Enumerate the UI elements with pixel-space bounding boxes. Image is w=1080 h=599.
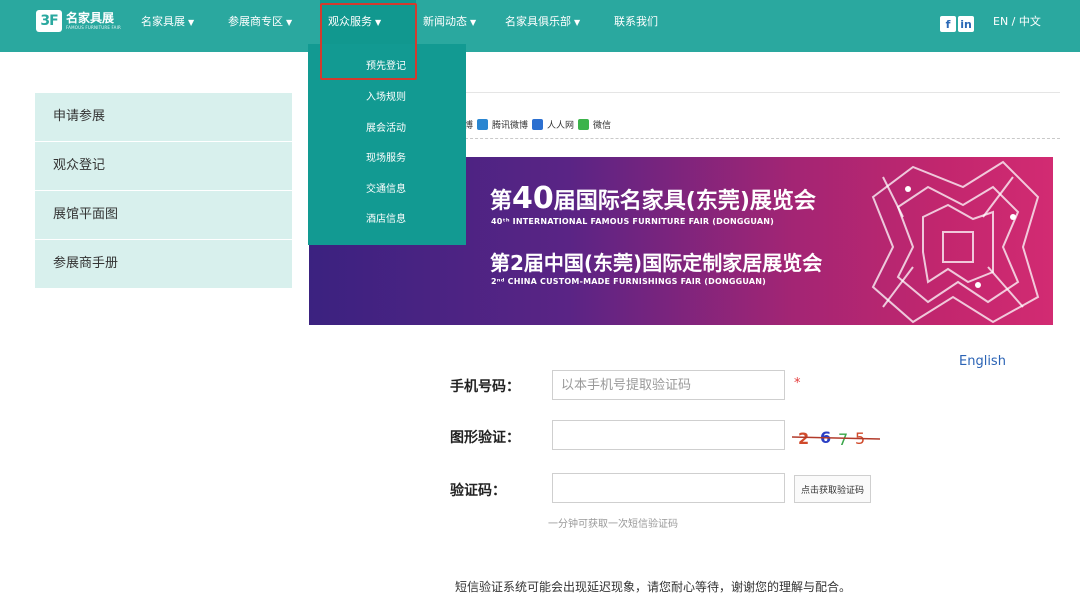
- sidebar-item-exhibitor-manual[interactable]: 参展商手册: [35, 240, 292, 288]
- captcha-input[interactable]: [552, 420, 785, 450]
- banner-title-2: 第2届中国(东莞)国际定制家居展览会: [490, 251, 823, 275]
- top-navbar: 3F 名家具展 FAMOUS FURNITURE FAIR 名家具展 ▼ 参展商专…: [0, 0, 1080, 52]
- language-switcher[interactable]: EN / 中文: [993, 0, 1041, 44]
- linkedin-icon[interactable]: in: [958, 16, 974, 32]
- phone-input[interactable]: [552, 370, 785, 400]
- share-renren-link[interactable]: 人人网: [547, 118, 574, 131]
- banner-subtitle-2: 2ⁿᵈ CHINA CUSTOM-MADE FURNISHINGS FAIR (…: [491, 277, 766, 286]
- sidebar-item-visitor-registration[interactable]: 观众登记: [35, 142, 292, 190]
- chevron-down-icon: ▼: [188, 18, 195, 27]
- nav-famous-furniture-fair[interactable]: 名家具展 ▼: [141, 0, 194, 44]
- nav-club[interactable]: 名家具俱乐部 ▼: [505, 0, 580, 44]
- dropdown-item-onsite-services[interactable]: 现场服务: [308, 144, 466, 174]
- nav-contact-us[interactable]: 联系我们: [614, 0, 658, 44]
- get-sms-code-button[interactable]: 点击获取验证码: [794, 475, 872, 503]
- dropdown-item-events[interactable]: 展会活动: [308, 114, 466, 144]
- nav-label: 名家具俱乐部: [505, 15, 571, 28]
- chevron-down-icon: ▼: [470, 18, 477, 27]
- dashed-divider: [455, 138, 1060, 139]
- maze-graphic: [871, 160, 1040, 324]
- nav-label: 参展商专区: [228, 15, 283, 28]
- sidebar-item-floor-plan[interactable]: 展馆平面图: [35, 191, 292, 239]
- required-mark: *: [794, 376, 801, 391]
- phone-label: 手机号码：: [450, 379, 520, 395]
- nav-label: 新闻动态: [423, 15, 467, 28]
- sms-hint-text: 一分钟可获取一次短信验证码: [548, 519, 678, 530]
- nav-label: 名家具展: [141, 15, 185, 28]
- code-label: 验证码：: [450, 483, 506, 499]
- dropdown-item-hotels[interactable]: 酒店信息: [308, 205, 466, 235]
- sms-code-input[interactable]: [552, 473, 785, 503]
- dropdown-item-transport[interactable]: 交通信息: [308, 175, 466, 205]
- nav-label: 联系我们: [614, 15, 658, 28]
- sidebar-item-apply-exhibit[interactable]: 申请参展: [35, 93, 292, 141]
- share-bar: 微博 腾讯微博 人人网 微信: [455, 118, 611, 131]
- dropdown-item-pre-registration[interactable]: 预先登记: [308, 52, 466, 82]
- site-logo[interactable]: 3F 名家具展 FAMOUS FURNITURE FAIR: [36, 10, 121, 32]
- nav-label: 观众服务: [328, 15, 372, 28]
- share-wechat-link[interactable]: 微信: [593, 118, 611, 131]
- banner-subtitle-1: 40ᵗʰ INTERNATIONAL FAMOUS FURNITURE FAIR…: [491, 217, 774, 226]
- chevron-down-icon: ▼: [375, 18, 382, 27]
- renren-icon: [532, 119, 544, 130]
- english-link[interactable]: English: [959, 354, 1006, 369]
- share-tencent-weibo-link[interactable]: 腾讯微博: [492, 118, 528, 131]
- facebook-icon[interactable]: f: [940, 16, 956, 32]
- chevron-down-icon: ▼: [286, 18, 293, 27]
- captcha-strike-line: [792, 436, 880, 440]
- banner-title-1: 第40届国际名家具(东莞)展览会: [490, 181, 816, 216]
- nav-exhibitor-zone[interactable]: 参展商专区 ▼: [228, 0, 292, 44]
- chevron-down-icon: ▼: [574, 18, 581, 27]
- visitor-services-dropdown: 预先登记 入场规则 展会活动 现场服务 交通信息 酒店信息: [308, 44, 466, 245]
- wechat-icon: [578, 119, 590, 130]
- logo-cn-text: 名家具展: [66, 11, 115, 25]
- captcha-image[interactable]: 2 6 7 5: [792, 427, 880, 449]
- tencent-weibo-icon: [477, 119, 489, 130]
- captcha-label: 图形验证：: [450, 430, 520, 446]
- nav-visitor-services[interactable]: 观众服务 ▼: [320, 0, 416, 44]
- sidebar: 申请参展 观众登记 展馆平面图 参展商手册: [35, 93, 292, 289]
- social-links: f in: [940, 16, 974, 32]
- sms-delay-note: 短信验证系统可能会出现延迟现象，请您耐心等待，谢谢您的理解与配合。: [455, 580, 852, 594]
- logo-en-text: FAMOUS FURNITURE FAIR: [66, 25, 121, 30]
- logo-badge: 3F: [36, 10, 62, 32]
- dropdown-item-admission-rules[interactable]: 入场规则: [308, 83, 466, 113]
- nav-news[interactable]: 新闻动态 ▼: [423, 0, 476, 44]
